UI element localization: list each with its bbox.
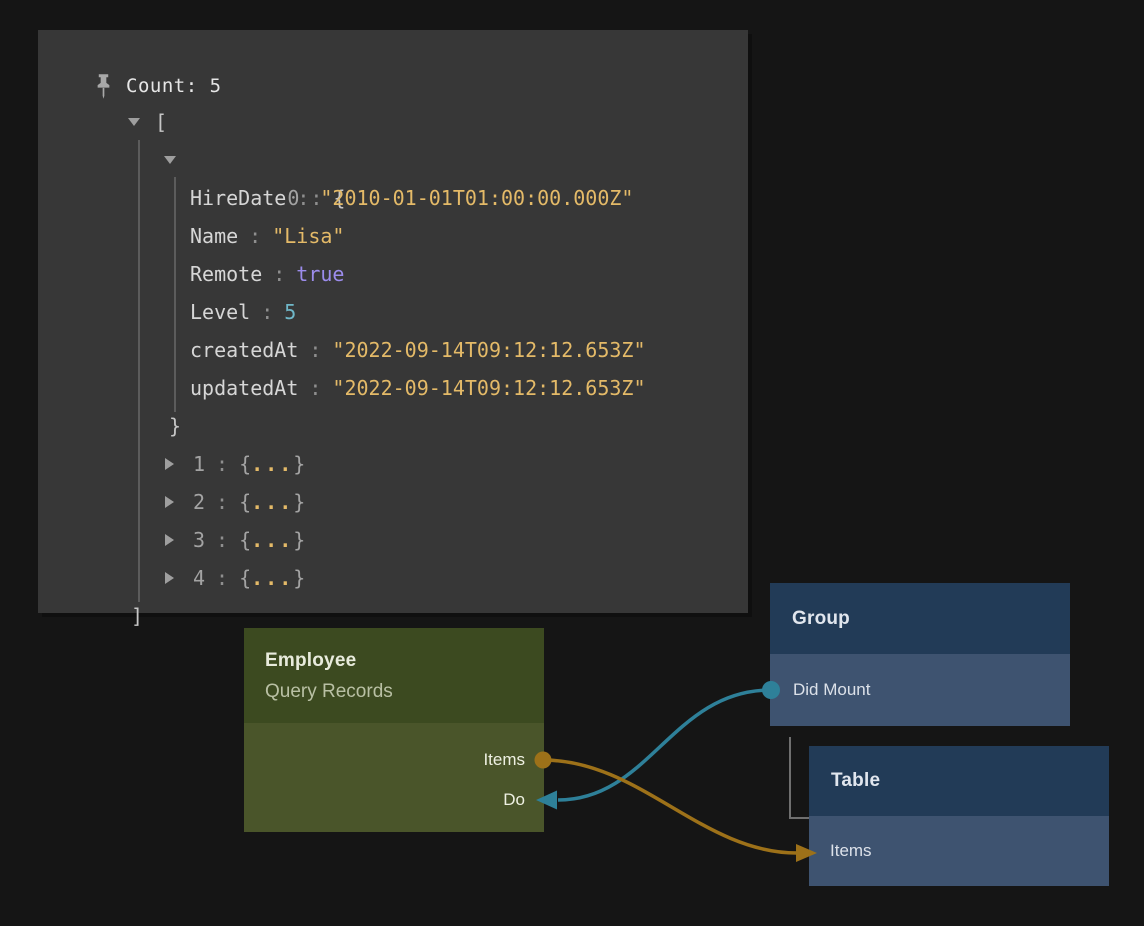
- tree-row-field: Remote: true: [38, 255, 748, 293]
- tree-row-item-0[interactable]: 0:{: [38, 141, 748, 179]
- group-table-hierarchy-line: [789, 737, 810, 819]
- item-index: 3: [193, 528, 205, 552]
- tree-row-array-open: [: [38, 103, 748, 141]
- wire-did-mount-to-do[interactable]: [558, 690, 771, 800]
- array-close-bracket: ]: [131, 597, 143, 635]
- colon: :: [261, 300, 273, 324]
- brace-close: }: [293, 566, 305, 590]
- collapsed-ellipsis: ...: [251, 566, 293, 590]
- node-table-body: Items: [809, 816, 1109, 886]
- node-title: Group: [792, 608, 850, 630]
- debug-inspector-panel: Count: 5 [ 0:{ HireDate: "2010-01-01T01:0…: [38, 30, 748, 613]
- expand-arrow-icon[interactable]: [165, 534, 174, 546]
- tree-row-field: HireDate: "2010-01-01T01:00:00.000Z": [38, 179, 748, 217]
- node-employee-body: Items Do: [244, 723, 544, 832]
- tree-row-item-3[interactable]: 3: {...}: [38, 521, 748, 559]
- array-open-bracket: [: [155, 103, 167, 141]
- tree-row-item-1[interactable]: 1: {...}: [38, 445, 748, 483]
- brace-close: }: [169, 407, 181, 445]
- field-key: Level: [190, 300, 250, 324]
- port-items-input[interactable]: Items: [830, 841, 872, 861]
- colon: :: [216, 528, 228, 552]
- port-did-mount-output[interactable]: Did Mount: [793, 680, 870, 700]
- collapsed-ellipsis: ...: [251, 528, 293, 552]
- colon: :: [309, 376, 321, 400]
- colon: :: [216, 452, 228, 476]
- node-subtitle: Query Records: [265, 676, 544, 707]
- tree-row-field: Level:5: [38, 293, 748, 331]
- port-connector-items-output-icon[interactable]: [535, 752, 552, 769]
- field-value: "Lisa": [272, 224, 344, 248]
- node-employee[interactable]: Employee Query Records Items Do: [244, 628, 544, 832]
- colon: :: [249, 224, 261, 248]
- colon: :: [216, 566, 228, 590]
- colon: :: [216, 490, 228, 514]
- inspector-header: Count: 5: [95, 72, 222, 100]
- node-title: Employee: [265, 645, 544, 676]
- node-group[interactable]: Group Did Mount: [770, 583, 1070, 726]
- wire-items-to-items[interactable]: [543, 760, 797, 853]
- collapsed-ellipsis: ...: [251, 452, 293, 476]
- expand-arrow-icon[interactable]: [165, 458, 174, 470]
- brace-open: {: [239, 566, 251, 590]
- collapse-arrow-icon[interactable]: [128, 118, 140, 126]
- colon: :: [309, 338, 321, 362]
- field-key: Name: [190, 224, 238, 248]
- item-index: 1: [193, 452, 205, 476]
- field-key: Remote: [190, 262, 262, 286]
- tree-row-field: Name: "Lisa": [38, 217, 748, 255]
- brace-open: {: [239, 452, 251, 476]
- node-table[interactable]: Table Items: [809, 746, 1109, 886]
- port-items-output[interactable]: Items: [483, 749, 525, 771]
- field-key: HireDate: [190, 186, 286, 210]
- field-value: true: [296, 262, 344, 286]
- colon: :: [273, 262, 285, 286]
- field-value: 5: [284, 300, 296, 324]
- brace-close: }: [293, 528, 305, 552]
- tree-row-item-0-close: }: [38, 407, 748, 445]
- port-connector-did-mount-icon[interactable]: [762, 681, 780, 699]
- count-label: Count: 5: [126, 75, 222, 97]
- expand-arrow-icon[interactable]: [165, 496, 174, 508]
- flow-canvas: Count: 5 [ 0:{ HireDate: "2010-01-01T01:0…: [0, 0, 1144, 926]
- tree-row-item-2[interactable]: 2: {...}: [38, 483, 748, 521]
- colon: :: [297, 186, 309, 210]
- node-employee-header[interactable]: Employee Query Records: [244, 628, 544, 723]
- node-group-body: Did Mount: [770, 654, 1070, 726]
- node-group-header[interactable]: Group: [770, 583, 1070, 654]
- port-do-input[interactable]: Do: [503, 789, 525, 811]
- expand-arrow-icon[interactable]: [165, 572, 174, 584]
- brace-close: }: [293, 490, 305, 514]
- brace-open: {: [239, 528, 251, 552]
- collapse-arrow-icon[interactable]: [164, 156, 176, 164]
- pin-icon[interactable]: [95, 73, 112, 100]
- field-value: "2022-09-14T09:12:12.653Z": [332, 338, 645, 362]
- collapsed-ellipsis: ...: [251, 490, 293, 514]
- field-value: "2022-09-14T09:12:12.653Z": [332, 376, 645, 400]
- field-key: updatedAt: [190, 376, 298, 400]
- tree-row-field: updatedAt: "2022-09-14T09:12:12.653Z": [38, 369, 748, 407]
- brace-close: }: [293, 452, 305, 476]
- item-index: 2: [193, 490, 205, 514]
- tree-row-field: createdAt: "2022-09-14T09:12:12.653Z": [38, 331, 748, 369]
- node-table-header[interactable]: Table: [809, 746, 1109, 816]
- field-key: createdAt: [190, 338, 298, 362]
- tree-row-item-4[interactable]: 4: {...}: [38, 559, 748, 597]
- item-index: 4: [193, 566, 205, 590]
- node-title: Table: [831, 770, 880, 792]
- field-value: "2010-01-01T01:00:00.000Z": [320, 186, 633, 210]
- brace-open: {: [239, 490, 251, 514]
